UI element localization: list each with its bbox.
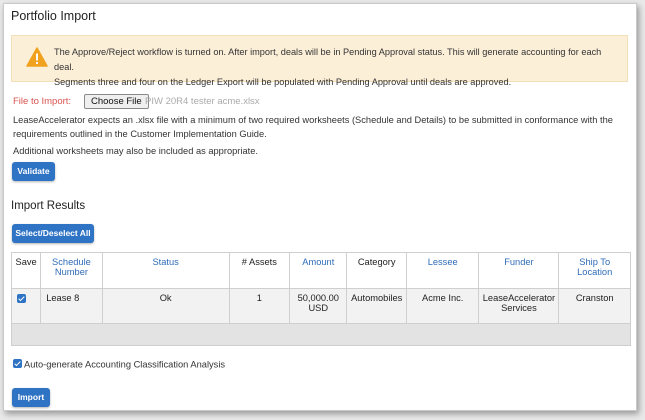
alert-line-2: Segments three and four on the Ledger Ex… bbox=[54, 77, 512, 87]
file-to-import-label: File to Import: bbox=[13, 96, 72, 107]
description-line-3: Additional worksheets may also be includ… bbox=[13, 146, 258, 156]
col-header-schedule-number[interactable]: Schedule Number bbox=[40, 252, 103, 289]
funder-cell: LeaseAccelerator Services bbox=[478, 288, 560, 324]
save-cell bbox=[10, 288, 42, 324]
auto-generate-label: Auto-generate Accounting Classification … bbox=[24, 359, 226, 370]
table-footer-row bbox=[11, 323, 631, 346]
page-title: Portfolio Import bbox=[11, 9, 96, 23]
save-checkbox[interactable] bbox=[17, 294, 26, 304]
col-header-amount[interactable]: Amount bbox=[289, 252, 348, 289]
schedule-number-cell: Lease 8 bbox=[40, 288, 103, 324]
select-deselect-all-button[interactable]: Select/Deselect All bbox=[12, 224, 94, 243]
col-header-category: Category bbox=[346, 252, 407, 289]
col-header-ship-to[interactable]: Ship To Location bbox=[558, 252, 631, 289]
import-button[interactable]: Import bbox=[12, 388, 50, 407]
selected-file-name: PIW 20R4 tester acme.xlsx bbox=[145, 96, 260, 107]
category-cell: Automobiles bbox=[346, 288, 407, 324]
col-header-status[interactable]: Status bbox=[101, 252, 230, 289]
import-description: LeaseAccelerator expects an .xlsx file w… bbox=[13, 113, 633, 141]
auto-generate-checkbox[interactable] bbox=[13, 359, 22, 368]
warning-icon bbox=[26, 47, 48, 67]
amount-cell: 50,000.00 USD bbox=[289, 288, 348, 324]
validate-button[interactable]: Validate bbox=[12, 162, 55, 181]
table-row: Lease 8 Ok 1 50,000.00 USD Automobiles A… bbox=[10, 288, 631, 324]
description-line-1: LeaseAccelerator expects an .xlsx file w… bbox=[13, 115, 613, 125]
alert-message: The Approve/Reject workflow is turned on… bbox=[54, 45, 621, 90]
import-results-title: Import Results bbox=[11, 200, 86, 212]
choose-file-button[interactable]: Choose File bbox=[84, 94, 149, 109]
col-header-lessee[interactable]: Lessee bbox=[405, 252, 480, 289]
auto-generate-option: Auto-generate Accounting Classification … bbox=[13, 359, 225, 370]
alert-line-1: The Approve/Reject workflow is turned on… bbox=[54, 47, 602, 72]
col-header-assets: # Assets bbox=[228, 252, 291, 289]
portfolio-import-panel: Portfolio Import The Approve/Reject work… bbox=[3, 3, 637, 411]
lessee-cell: Acme Inc. bbox=[405, 288, 480, 324]
status-cell: Ok bbox=[101, 288, 230, 324]
workflow-alert: The Approve/Reject workflow is turned on… bbox=[11, 35, 628, 87]
col-header-save: Save bbox=[10, 252, 42, 289]
ship-to-cell: Cranston bbox=[558, 288, 631, 324]
col-header-funder[interactable]: Funder bbox=[478, 252, 560, 289]
import-results-table: Save Schedule Number Status # Assets Amo… bbox=[10, 252, 631, 346]
table-header-row: Save Schedule Number Status # Assets Amo… bbox=[10, 252, 631, 289]
description-line-2: requirements outlined in the Customer Im… bbox=[13, 129, 267, 139]
assets-cell: 1 bbox=[228, 288, 291, 324]
table-footer-cell bbox=[11, 323, 631, 346]
